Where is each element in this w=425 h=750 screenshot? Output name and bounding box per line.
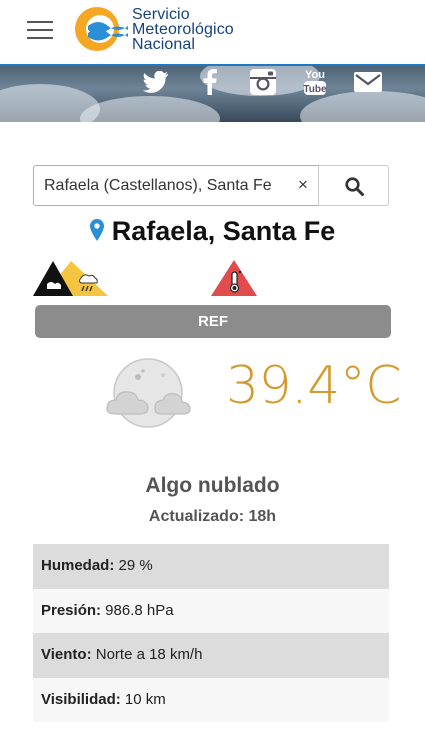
smn-logo-icon[interactable] (72, 4, 128, 54)
humidity-value: 29 % (114, 557, 153, 574)
mail-icon[interactable] (352, 66, 384, 98)
logo-line-2: Meteorológico (132, 21, 234, 38)
weather-details: Humedad: 29 % Presión: 986.8 hPa Viento:… (33, 544, 389, 722)
logo-line-1: Servicio (132, 6, 190, 23)
weather-condition: Algo nublado (145, 474, 280, 497)
high-temperature-alert-icon[interactable] (210, 258, 258, 303)
pressure-value: 986.8 hPa (101, 601, 174, 619)
wind-row: Viento: Norte a 18 km/h (33, 633, 389, 678)
visibility-value: 10 km (120, 690, 166, 708)
search-icon (345, 177, 364, 196)
pressure-label: Presión: (41, 601, 102, 619)
search-input-value: Rafaela (Castellanos), Santa Fe (44, 177, 272, 194)
wind-value: Norte a 18 km/h (91, 646, 203, 663)
map-pin-icon (89, 218, 104, 241)
partly-cloudy-night-icon (106, 358, 191, 428)
logo-line-3: Nacional (132, 36, 196, 53)
svg-text:Tube: Tube (303, 84, 327, 95)
hamburger-menu-icon[interactable] (27, 21, 53, 39)
humidity-row: Humedad: 29 % (33, 544, 389, 589)
search-button[interactable] (318, 165, 389, 206)
youtube-icon[interactable]: You Tube (299, 66, 331, 98)
location-search: Rafaela (Castellanos), Santa Fe × (33, 165, 389, 206)
updated-time: Actualizado: 18h (148, 508, 277, 525)
visibility-row: Visibilidad: 10 km (33, 677, 389, 722)
wind-label: Viento: (41, 646, 92, 663)
instagram-icon[interactable] (247, 66, 279, 98)
ref-button[interactable]: REF (35, 305, 391, 338)
location-name: Rafaela, Santa Fe (111, 216, 336, 246)
cloud-banner: You Tube (0, 66, 425, 122)
visibility-label: Visibilidad: (41, 690, 121, 708)
snow-storm-alert-icon[interactable] (33, 258, 111, 303)
facebook-icon[interactable] (194, 66, 226, 98)
pressure-row: Presión: 986.8 hPa (33, 588, 389, 633)
location-title: Rafaela, Santa Fe (0, 216, 425, 247)
svg-text:You: You (305, 69, 325, 81)
logo-text[interactable]: Servicio Meteorológico Nacional (132, 6, 234, 53)
search-input[interactable]: Rafaela (Castellanos), Santa Fe (33, 165, 319, 206)
humidity-label: Humedad: (41, 557, 115, 574)
site-header: Servicio Meteorológico Nacional (0, 0, 425, 66)
twitter-icon[interactable] (140, 66, 172, 98)
clear-search-button[interactable]: × (292, 173, 314, 197)
temperature-value: 39.4°C (226, 356, 402, 416)
